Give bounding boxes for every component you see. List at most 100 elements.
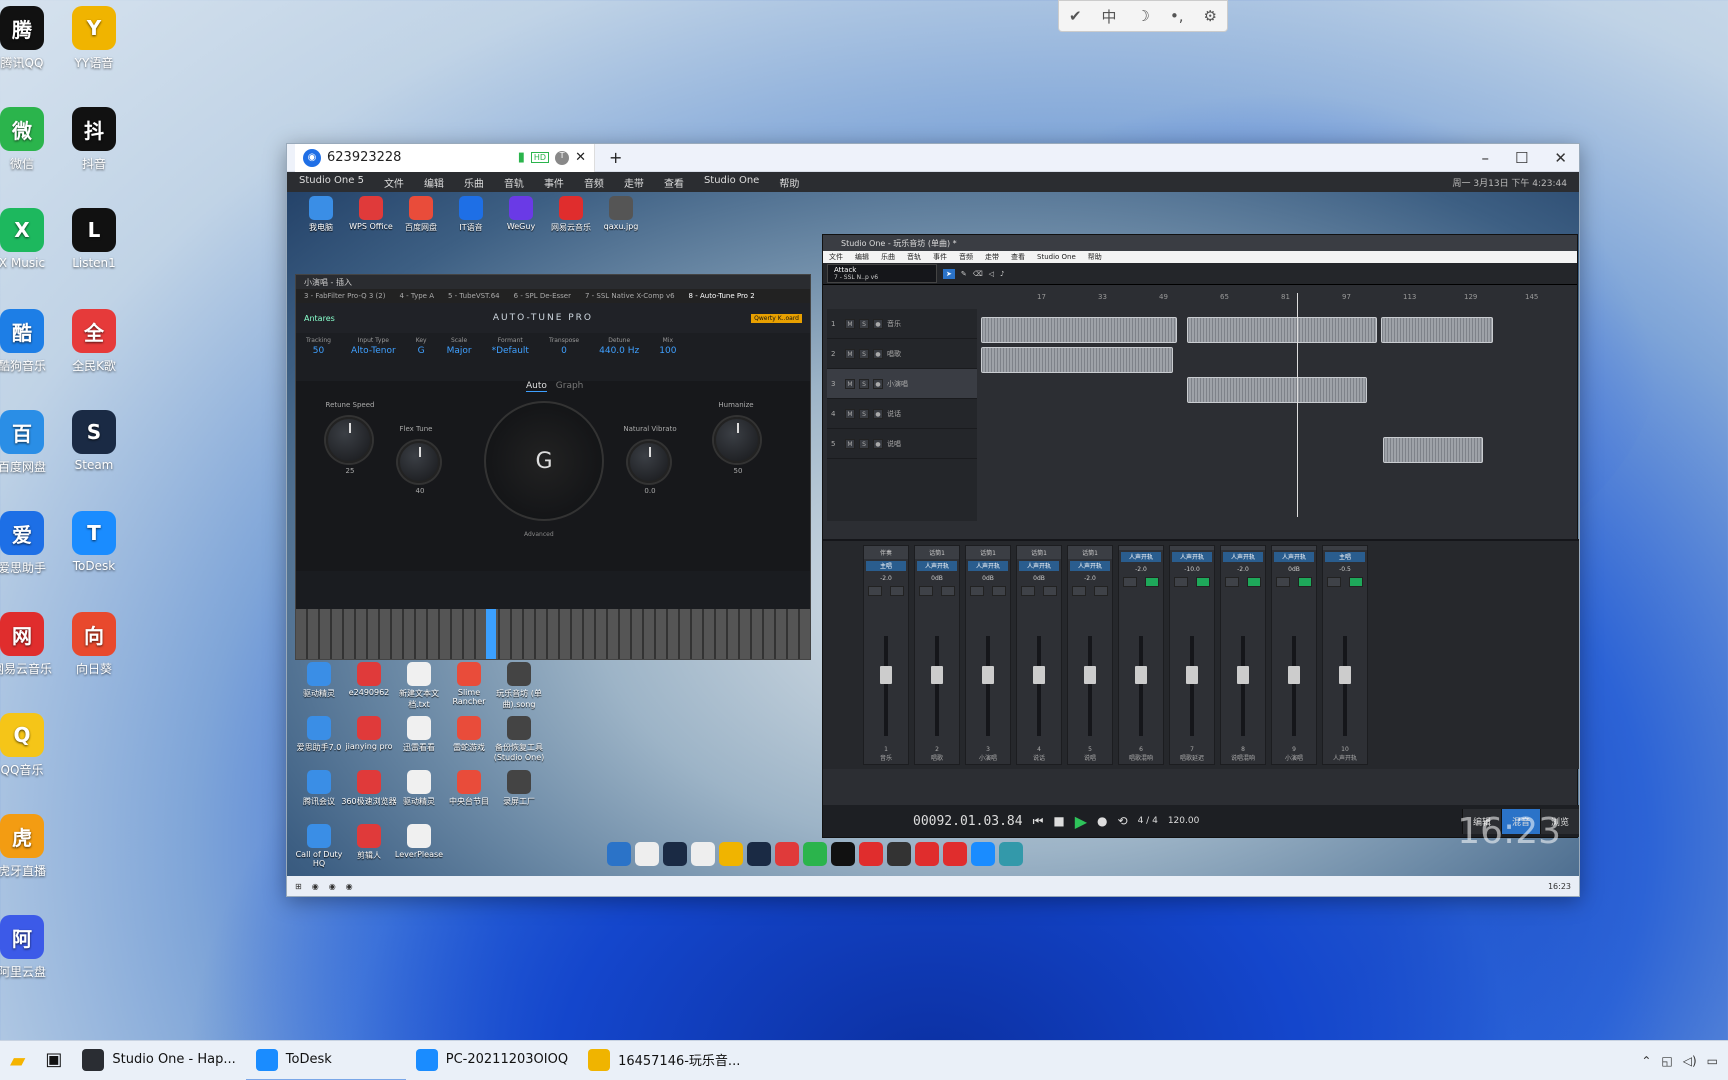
mode-auto-tab[interactable]: Auto [526, 381, 547, 392]
track-button[interactable]: M [845, 408, 855, 419]
track-button[interactable]: ● [873, 318, 883, 329]
track-button[interactable]: M [845, 318, 855, 329]
remote-desktop-icon[interactable]: 驱动精灵 [291, 662, 347, 699]
autotune-control[interactable]: Detune 440.0 Hz [599, 337, 639, 377]
mute-button[interactable] [1174, 577, 1188, 587]
s1-menu-item[interactable]: 音频 [959, 252, 973, 262]
channel-fader[interactable] [1237, 636, 1249, 736]
plugin-tab[interactable]: 3 - FabFilter Pro-Q 3 (2) [304, 292, 385, 300]
remote-desktop-icon[interactable]: 玩乐音坊 (单曲).song [491, 662, 547, 710]
remote-desktop-icon[interactable]: 360极速浏览器 [341, 770, 397, 807]
mixer-channel[interactable]: 主唱 -0.5 10 人声开轨 [1322, 545, 1368, 765]
track-button[interactable]: S [859, 438, 869, 449]
stop-icon[interactable]: ■ [1053, 814, 1064, 828]
track-button[interactable]: S [859, 318, 869, 329]
remote-desktop-icon[interactable]: 备份恢复工具 (Studio One) [491, 716, 547, 762]
mixer-channel[interactable]: 人声开轨 -2.0 6 唱歌混响 [1118, 545, 1164, 765]
mute-button[interactable] [1021, 586, 1035, 596]
floatbar-button[interactable]: ☽ [1137, 7, 1150, 25]
autotune-control[interactable]: Scale Major [447, 337, 472, 377]
s1-menu-item[interactable]: Studio One [1037, 253, 1076, 261]
desktop-icon[interactable]: 虎虎牙直播 [0, 814, 64, 879]
track-button[interactable]: S [859, 408, 869, 419]
t-icon[interactable]: T [555, 150, 570, 165]
desktop-icon[interactable]: 全全民K歌 [52, 309, 136, 374]
mute-button[interactable] [1225, 577, 1239, 587]
playhead[interactable] [1297, 293, 1298, 517]
solo-button[interactable] [1196, 577, 1210, 587]
remote-desktop-icon[interactable]: 腾讯会议 [291, 770, 347, 807]
solo-button[interactable] [941, 586, 955, 596]
battery-icon[interactable]: ▭ [1707, 1054, 1718, 1068]
s1-menu-item[interactable]: 音轨 [907, 252, 921, 262]
s1-menu-item[interactable]: 帮助 [1088, 252, 1102, 262]
channel-fader[interactable] [1033, 636, 1045, 736]
loop-icon[interactable]: ⟲ [1118, 814, 1128, 828]
remote-menu-item[interactable]: 查看 [664, 175, 684, 190]
remote-desktop-icon[interactable]: 中央台节目 [441, 770, 497, 807]
s1-menu-item[interactable]: 走带 [985, 252, 999, 262]
mixer-channel[interactable]: 话筒1 人声开轨 0dB 4 说话 [1016, 545, 1062, 765]
mixer-channel[interactable]: 人声开轨 0dB 9 小演唱 [1271, 545, 1317, 765]
mute-button[interactable] [1072, 586, 1086, 596]
desktop-icon[interactable]: 阿阿里云盘 [0, 915, 64, 980]
maximize-icon[interactable]: ☐ [1515, 149, 1528, 167]
autotune-control[interactable]: Formant *Default [492, 337, 529, 377]
channel-insert[interactable]: 主唱 [1325, 552, 1365, 562]
track-header[interactable]: 5 M S ● 说唱 [827, 429, 977, 459]
remote-desktop-icon[interactable]: qaxu.jpg [593, 196, 649, 231]
track-button[interactable]: M [845, 348, 855, 359]
remote-desktop-icon[interactable]: 剪辑人 [341, 824, 397, 861]
remote-taskbar-icon[interactable]: ◉ [346, 882, 353, 891]
solo-button[interactable] [890, 586, 904, 596]
remote-menu-item[interactable]: 音频 [584, 175, 604, 190]
new-tab-icon[interactable]: + [609, 148, 622, 167]
remote-floating-toolbar[interactable]: ✔ 中 ☽ •, ⚙ [1058, 0, 1228, 32]
advanced-toggle[interactable]: Advanced [524, 531, 554, 538]
audio-clip[interactable] [1381, 317, 1493, 343]
dock-app-icon[interactable] [607, 842, 631, 866]
track-button[interactable]: M [845, 378, 855, 389]
audio-clip[interactable] [981, 347, 1173, 373]
dock-app-icon[interactable] [719, 842, 743, 866]
autotune-control[interactable]: Key G [416, 337, 427, 377]
remote-desktop-icon[interactable]: Slime Rancher [441, 662, 497, 706]
s1-menu-item[interactable]: 文件 [829, 252, 843, 262]
solo-button[interactable] [1349, 577, 1363, 587]
mute-button[interactable] [970, 586, 984, 596]
remote-desktop-icon[interactable]: 我电脑 [293, 196, 349, 233]
remote-desktop-icon[interactable]: 爱思助手7.0 [291, 716, 347, 753]
remote-menu-item[interactable]: 事件 [544, 175, 564, 190]
channel-insert[interactable]: 人声开轨 [1019, 561, 1059, 571]
mixer-channel[interactable]: 话筒1 人声开轨 -2.0 5 说唱 [1067, 545, 1113, 765]
plugin-tab[interactable]: 6 - SPL De-Esser [514, 292, 571, 300]
mode-graph-tab[interactable]: Graph [556, 381, 584, 391]
arrow-tool-icon[interactable]: ➤ [943, 268, 955, 279]
taskbar-app[interactable]: 16457146-玩乐音... [578, 1041, 750, 1080]
windows-start-icon[interactable]: ⊞ [295, 882, 302, 891]
eraser-tool-icon[interactable]: ⌫ [973, 270, 983, 278]
plugin-tab[interactable]: 5 - TubeVST.64 [448, 292, 500, 300]
remote-menu-item[interactable]: 编辑 [424, 175, 444, 190]
qwerty-keyboard-button[interactable]: Qwerty K..oard [751, 313, 802, 323]
task-view-icon[interactable]: ▣ [35, 1041, 72, 1080]
dock-app-icon[interactable] [831, 842, 855, 866]
autotune-control[interactable]: Tracking 50 [306, 337, 331, 377]
chevron-up-icon[interactable]: ⌃ [1641, 1054, 1651, 1068]
track-header[interactable]: 2 M S ● 唱歌 [827, 339, 977, 369]
channel-fader[interactable] [1288, 636, 1300, 736]
track-button[interactable]: S [859, 378, 869, 389]
s1-menu-item[interactable]: 事件 [933, 252, 947, 262]
remote-menu-item[interactable]: 音轨 [504, 175, 524, 190]
remote-taskbar-icon[interactable]: ◉ [312, 882, 319, 891]
dock-app-icon[interactable] [663, 842, 687, 866]
network-icon[interactable]: ◱ [1661, 1054, 1672, 1068]
channel-fader[interactable] [880, 636, 892, 736]
desktop-icon[interactable]: 向向日葵 [52, 612, 136, 677]
desktop-icon[interactable]: L Listen1 [52, 208, 136, 270]
track-header[interactable]: 4 M S ● 说话 [827, 399, 977, 429]
remote-menu-item[interactable]: Studio One [704, 175, 759, 190]
audio-clip[interactable] [1383, 437, 1483, 463]
mixer-channel[interactable]: 话筒1 人声开轨 0dB 2 唱歌 [914, 545, 960, 765]
retune-speed-knob[interactable] [326, 417, 372, 463]
